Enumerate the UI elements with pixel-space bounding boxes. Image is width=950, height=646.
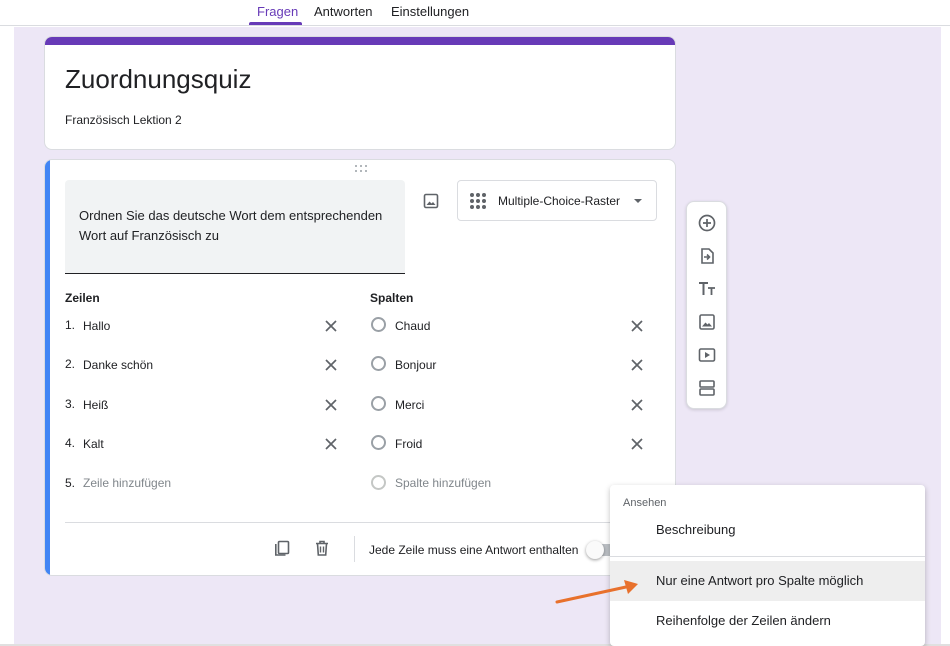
add-image-icon[interactable]	[697, 312, 717, 332]
delete-icon[interactable]	[313, 539, 331, 557]
add-question-icon[interactable]	[697, 213, 717, 233]
menu-item-label: Nur eine Antwort pro Spalte möglich	[656, 573, 864, 588]
columns-header: Spalten	[370, 291, 414, 305]
question-text-input[interactable]: Ordnen Sie das deutsche Wort dem entspre…	[65, 180, 405, 274]
tab-fragen[interactable]: Fragen	[257, 4, 298, 19]
caret-down-icon	[634, 199, 642, 203]
rows-header: Zeilen	[65, 291, 100, 305]
question-card[interactable]: Ordnen Sie das deutsche Wort dem entspre…	[44, 159, 676, 576]
title-card-accent	[45, 37, 675, 45]
form-title-card[interactable]: Zuordnungsquiz Französisch Lektion 2	[44, 36, 676, 150]
radio-icon	[371, 475, 386, 490]
remove-row-icon[interactable]	[324, 319, 338, 333]
question-text[interactable]: Ordnen Sie das deutsche Wort dem entspre…	[79, 206, 399, 246]
row-label-input[interactable]: Kalt	[83, 437, 104, 451]
column-label-input[interactable]: Bonjour	[395, 358, 436, 372]
radio-icon	[371, 435, 386, 450]
remove-row-icon[interactable]	[324, 398, 338, 412]
tab-antworten[interactable]: Antworten	[314, 4, 373, 19]
tab-einstellungen[interactable]: Einstellungen	[391, 4, 469, 19]
import-questions-icon[interactable]	[697, 246, 717, 266]
options-menu: Ansehen Beschreibung Nur eine Antwort pr…	[610, 485, 925, 646]
add-title-icon[interactable]	[697, 279, 717, 299]
remove-column-icon[interactable]	[630, 437, 644, 451]
question-type-label: Multiple-Choice-Raster	[498, 194, 621, 208]
row-number: 1.	[65, 318, 76, 332]
add-section-icon[interactable]	[697, 378, 717, 398]
menu-item-label: Reihenfolge der Zeilen ändern	[656, 613, 831, 628]
form-description[interactable]: Französisch Lektion 2	[65, 113, 182, 127]
duplicate-icon[interactable]	[273, 539, 291, 557]
row-number: 3.	[65, 397, 76, 411]
row-number: 4.	[65, 436, 76, 450]
add-row-input[interactable]: Zeile hinzufügen	[83, 476, 171, 490]
remove-column-icon[interactable]	[630, 398, 644, 412]
top-tab-bar: Fragen Antworten Einstellungen	[0, 0, 950, 26]
menu-item-beschreibung[interactable]: Beschreibung	[610, 510, 925, 550]
menu-item-label: Beschreibung	[656, 522, 736, 537]
form-title[interactable]: Zuordnungsquiz	[65, 64, 251, 95]
add-video-icon[interactable]	[697, 345, 717, 365]
row-number: 2.	[65, 357, 76, 371]
question-active-indicator	[45, 160, 50, 575]
radio-icon	[371, 356, 386, 371]
drag-handle-icon[interactable]	[355, 165, 369, 173]
annotation-arrow-icon	[555, 580, 638, 604]
remove-column-icon[interactable]	[630, 319, 644, 333]
menu-header: Ansehen	[623, 497, 667, 509]
column-label-input[interactable]: Froid	[395, 437, 422, 451]
add-image-icon[interactable]	[422, 192, 440, 210]
row-label-input[interactable]: Heiß	[83, 398, 108, 412]
remove-row-icon[interactable]	[324, 358, 338, 372]
remove-row-icon[interactable]	[324, 437, 338, 451]
radio-icon	[371, 317, 386, 332]
required-toggle-knob[interactable]	[586, 541, 604, 559]
active-tab-indicator	[249, 22, 302, 25]
row-label-input[interactable]: Danke schön	[83, 358, 153, 372]
question-type-dropdown[interactable]: Multiple-Choice-Raster	[457, 180, 657, 221]
menu-item-one-answer-per-column[interactable]: Nur eine Antwort pro Spalte möglich	[610, 561, 925, 601]
grid-icon	[470, 193, 486, 209]
remove-column-icon[interactable]	[630, 358, 644, 372]
add-row-number: 5.	[65, 476, 76, 490]
question-footer-divider	[65, 522, 657, 523]
radio-icon	[371, 396, 386, 411]
footer-divider	[354, 536, 355, 562]
add-column-input[interactable]: Spalte hinzufügen	[395, 476, 491, 490]
menu-separator	[610, 556, 925, 557]
menu-item-shuffle-rows[interactable]: Reihenfolge der Zeilen ändern	[610, 601, 925, 641]
required-label: Jede Zeile muss eine Antwort enthalten	[369, 543, 579, 557]
column-label-input[interactable]: Chaud	[395, 319, 430, 333]
column-label-input[interactable]: Merci	[395, 398, 424, 412]
question-toolbar	[686, 201, 727, 409]
row-label-input[interactable]: Hallo	[83, 319, 110, 333]
